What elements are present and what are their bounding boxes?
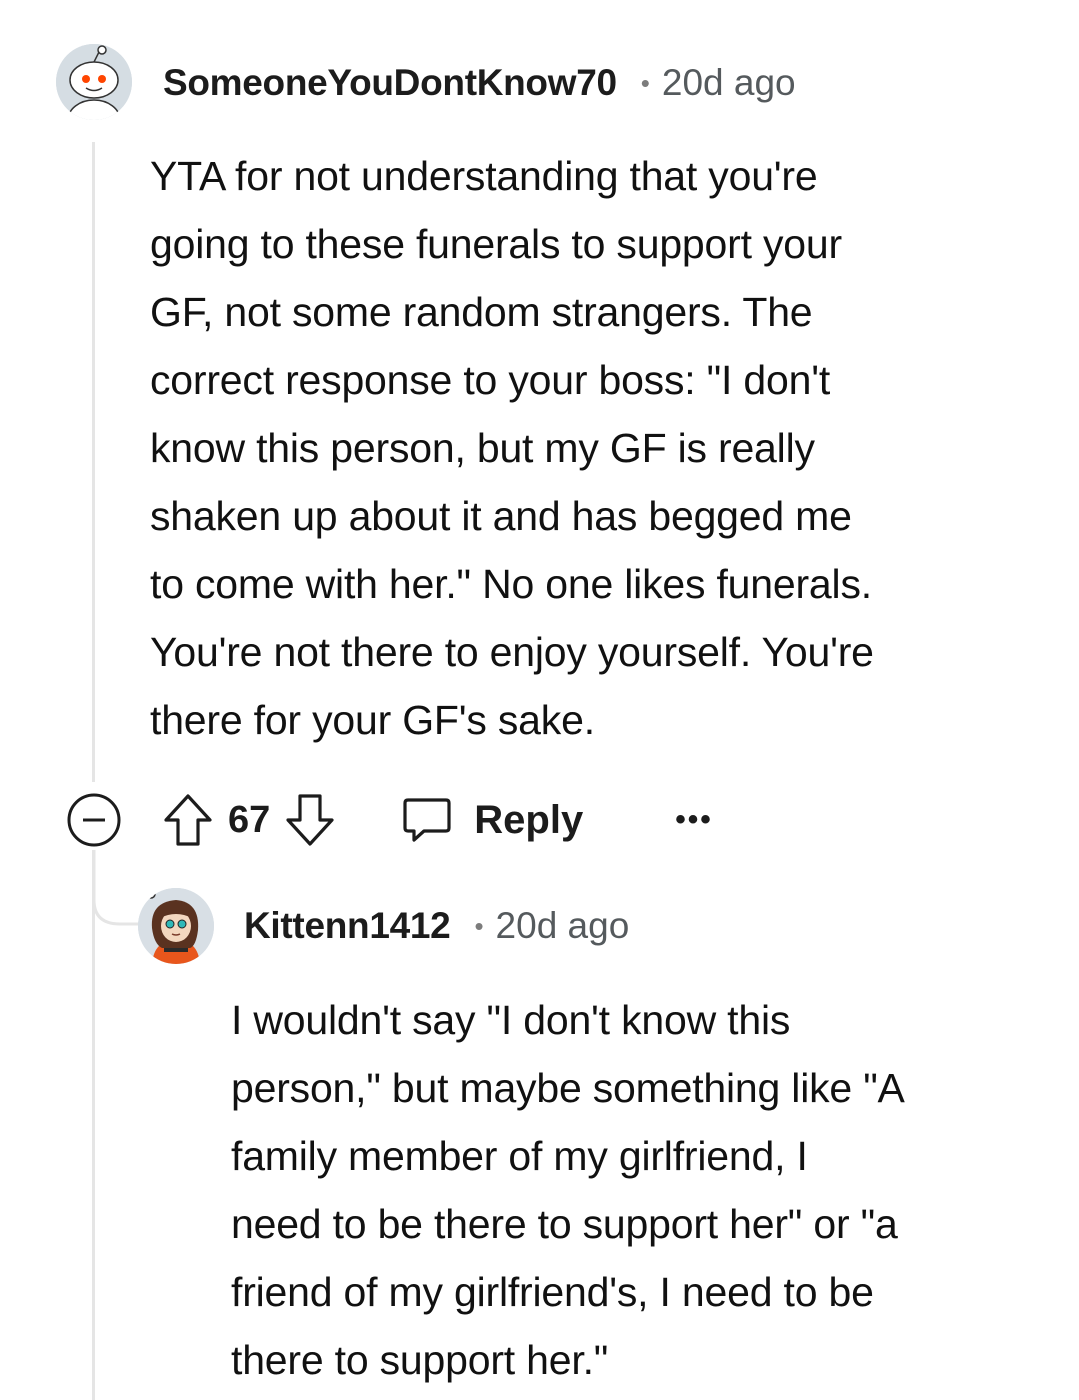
comment-line: know this person, but my GF is really xyxy=(150,425,815,471)
speech-bubble-icon xyxy=(402,796,452,844)
reply-header: Kittenn1412 • 20d ago xyxy=(244,901,629,951)
comment-line: You're not there to enjoy yourself. You'… xyxy=(150,629,874,675)
separator-dot: • xyxy=(640,67,650,98)
collapse-minus-icon[interactable] xyxy=(66,792,122,848)
downvote-arrow-icon[interactable] xyxy=(284,793,336,847)
comment-line: going to these funerals to support your xyxy=(150,221,842,267)
more-options-button[interactable]: ••• xyxy=(675,803,713,837)
snoo-avatar-icon[interactable] xyxy=(56,44,132,120)
reply-line: family member of my girlfriend, I xyxy=(231,1133,808,1179)
comment-body: YTA for not understanding that you're go… xyxy=(150,142,874,754)
reply-line: person," but maybe something like "A xyxy=(231,1065,905,1111)
reply-line: friend of my girlfriend's, I need to be xyxy=(231,1269,874,1315)
reply-username[interactable]: Kittenn1412 xyxy=(244,905,451,947)
comment-line: correct response to your boss: "I don't xyxy=(150,357,831,403)
comment-action-bar: 67 Reply ••• xyxy=(66,790,713,850)
comment-username[interactable]: SomeoneYouDontKnow70 xyxy=(163,62,617,104)
reply-line: need to be there to support her" or "a xyxy=(231,1201,898,1247)
comment-line: shaken up about it and has begged me xyxy=(150,493,852,539)
comment-line: GF, not some random strangers. The xyxy=(150,289,813,335)
reply-line: I wouldn't say "I don't know this xyxy=(231,997,791,1043)
comment-timestamp[interactable]: 20d ago xyxy=(662,62,796,104)
comment-line: YTA for not understanding that you're xyxy=(150,153,818,199)
separator-dot: • xyxy=(474,910,484,941)
thread-line-main[interactable] xyxy=(92,142,95,782)
reply-line: there to support her." xyxy=(231,1337,609,1383)
upvote-arrow-icon[interactable] xyxy=(162,793,214,847)
comment-line: there for your GF's sake. xyxy=(150,697,595,743)
reply-label: Reply xyxy=(474,797,584,842)
reply-button[interactable]: Reply xyxy=(402,796,583,844)
comment-header: SomeoneYouDontKnow70 • 20d ago xyxy=(163,58,796,108)
thread-line-lower[interactable] xyxy=(92,850,95,1400)
reply-body: I wouldn't say "I don't know this person… xyxy=(231,986,905,1394)
comment-line: to come with her." No one likes funerals… xyxy=(150,561,872,607)
reply-timestamp[interactable]: 20d ago xyxy=(496,905,630,947)
vote-count: 67 xyxy=(228,798,271,841)
cartoon-girl-avatar-icon[interactable] xyxy=(138,888,214,964)
